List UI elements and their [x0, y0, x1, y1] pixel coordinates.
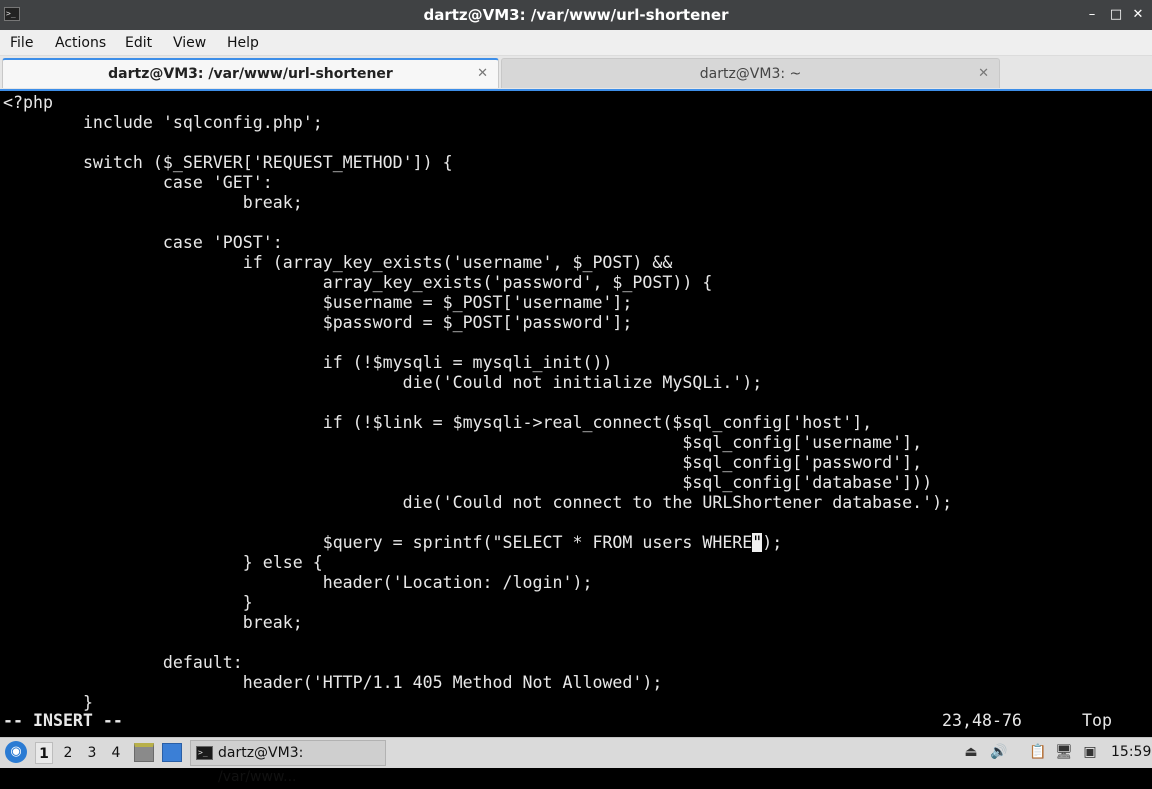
code-line: die('Could not connect to the URLShorten… [3, 493, 953, 512]
code-editor[interactable]: <?php include 'sqlconfig.php'; switch ($… [3, 93, 952, 713]
code-line: $username = $_POST['username']; [3, 293, 633, 312]
menu-view[interactable]: View [173, 30, 206, 56]
tab-bar: dartz@VM3: /var/www/url-shortener ✕ dart… [0, 56, 1152, 90]
code-line: case 'POST': [3, 233, 283, 252]
code-line: array_key_exists('password', $_POST)) { [3, 273, 713, 292]
tab-url-shortener[interactable]: dartz@VM3: /var/www/url-shortener ✕ [2, 58, 499, 88]
scroll-position: Top [1082, 711, 1112, 730]
code-line: if (!$link = $mysqli->real_connect($sql_… [3, 413, 873, 432]
code-line: header('HTTP/1.1 405 Method Not Allowed'… [3, 673, 663, 692]
code-line: break; [3, 193, 303, 212]
code-line: if (!$mysqli = mysqli_init()) [3, 353, 613, 372]
code-line: } [3, 693, 93, 712]
menu-edit[interactable]: Edit [125, 30, 152, 56]
taskbar: ◉ 1 2 3 4 >_ dartz@VM3: /var/www... ⏏ 🔊 … [0, 737, 1152, 785]
close-window-button[interactable]: ✕ [1130, 6, 1146, 24]
workspace-3[interactable]: 3 [83, 742, 101, 764]
cursor-position: 23,48-76 [942, 711, 1022, 730]
menu-bar: File Actions Edit View Help [0, 30, 1152, 56]
vim-status-line: -- INSERT -- 23,48-76 Top [3, 711, 1149, 731]
clipboard-icon[interactable]: 📋 [1029, 743, 1047, 761]
code-line: include 'sqlconfig.php'; [3, 113, 323, 132]
maximize-button[interactable]: □ [1108, 6, 1124, 24]
menu-help[interactable]: Help [227, 30, 259, 56]
network-icon[interactable]: 🖥 [1055, 743, 1073, 761]
window-titlebar: >_ dartz@VM3: /var/www/url-shortener – □… [0, 0, 1152, 30]
tab-close-icon[interactable]: ✕ [477, 60, 488, 88]
code-line: $sql_config['username'], [3, 433, 923, 452]
tab-home[interactable]: dartz@VM3: ~ ✕ [501, 58, 1000, 88]
removable-media-icon[interactable]: ⏏ [962, 743, 980, 761]
task-label: dartz@VM3: /var/www... [218, 745, 304, 785]
tab-label: dartz@VM3: ~ [699, 66, 802, 82]
text-cursor: " [752, 533, 763, 552]
code-line: <?php [3, 93, 53, 112]
code-line: $sql_config['password'], [3, 453, 923, 472]
workspace-2[interactable]: 2 [59, 742, 77, 764]
code-line: header('Location: /login'); [3, 573, 593, 592]
vim-mode: -- INSERT -- [3, 711, 123, 730]
code-line: die('Could not initialize MySQLi.'); [3, 373, 763, 392]
workspace-1[interactable]: 1 [35, 742, 53, 764]
code-line: } else { [3, 553, 323, 572]
volume-icon[interactable]: 🔊 [990, 743, 1008, 761]
code-line-tail: ); [762, 533, 783, 552]
code-line: $query = sprintf("SELECT * FROM users WH… [3, 533, 753, 552]
notifications-icon[interactable]: ▣ [1081, 743, 1099, 761]
show-desktop-icon[interactable] [162, 743, 182, 762]
menu-file[interactable]: File [10, 30, 33, 56]
menu-actions[interactable]: Actions [55, 30, 106, 56]
tab-close-icon[interactable]: ✕ [978, 59, 989, 89]
code-line: $sql_config['database'])) [3, 473, 933, 492]
code-line: if (array_key_exists('username', $_POST)… [3, 253, 673, 272]
terminal-task-icon: >_ [196, 746, 213, 760]
code-line: break; [3, 613, 303, 632]
clock: 15:59 [1111, 744, 1152, 760]
code-line: switch ($_SERVER['REQUEST_METHOD']) { [3, 153, 453, 172]
start-menu-icon[interactable]: ◉ [5, 741, 27, 763]
terminal-view[interactable]: <?php include 'sqlconfig.php'; switch ($… [0, 91, 1152, 737]
minimize-button[interactable]: – [1084, 6, 1100, 24]
code-line: $password = $_POST['password']; [3, 313, 633, 332]
code-line: } [3, 593, 253, 612]
workspace-4[interactable]: 4 [107, 742, 125, 764]
window-title: dartz@VM3: /var/www/url-shortener [423, 6, 729, 24]
code-line: default: [3, 653, 243, 672]
taskbar-task-terminal[interactable]: >_ dartz@VM3: /var/www... [190, 740, 386, 785]
tab-label: dartz@VM3: /var/www/url-shortener [108, 66, 393, 82]
code-line: case 'GET': [3, 173, 273, 192]
file-manager-launcher-icon[interactable] [134, 743, 154, 762]
